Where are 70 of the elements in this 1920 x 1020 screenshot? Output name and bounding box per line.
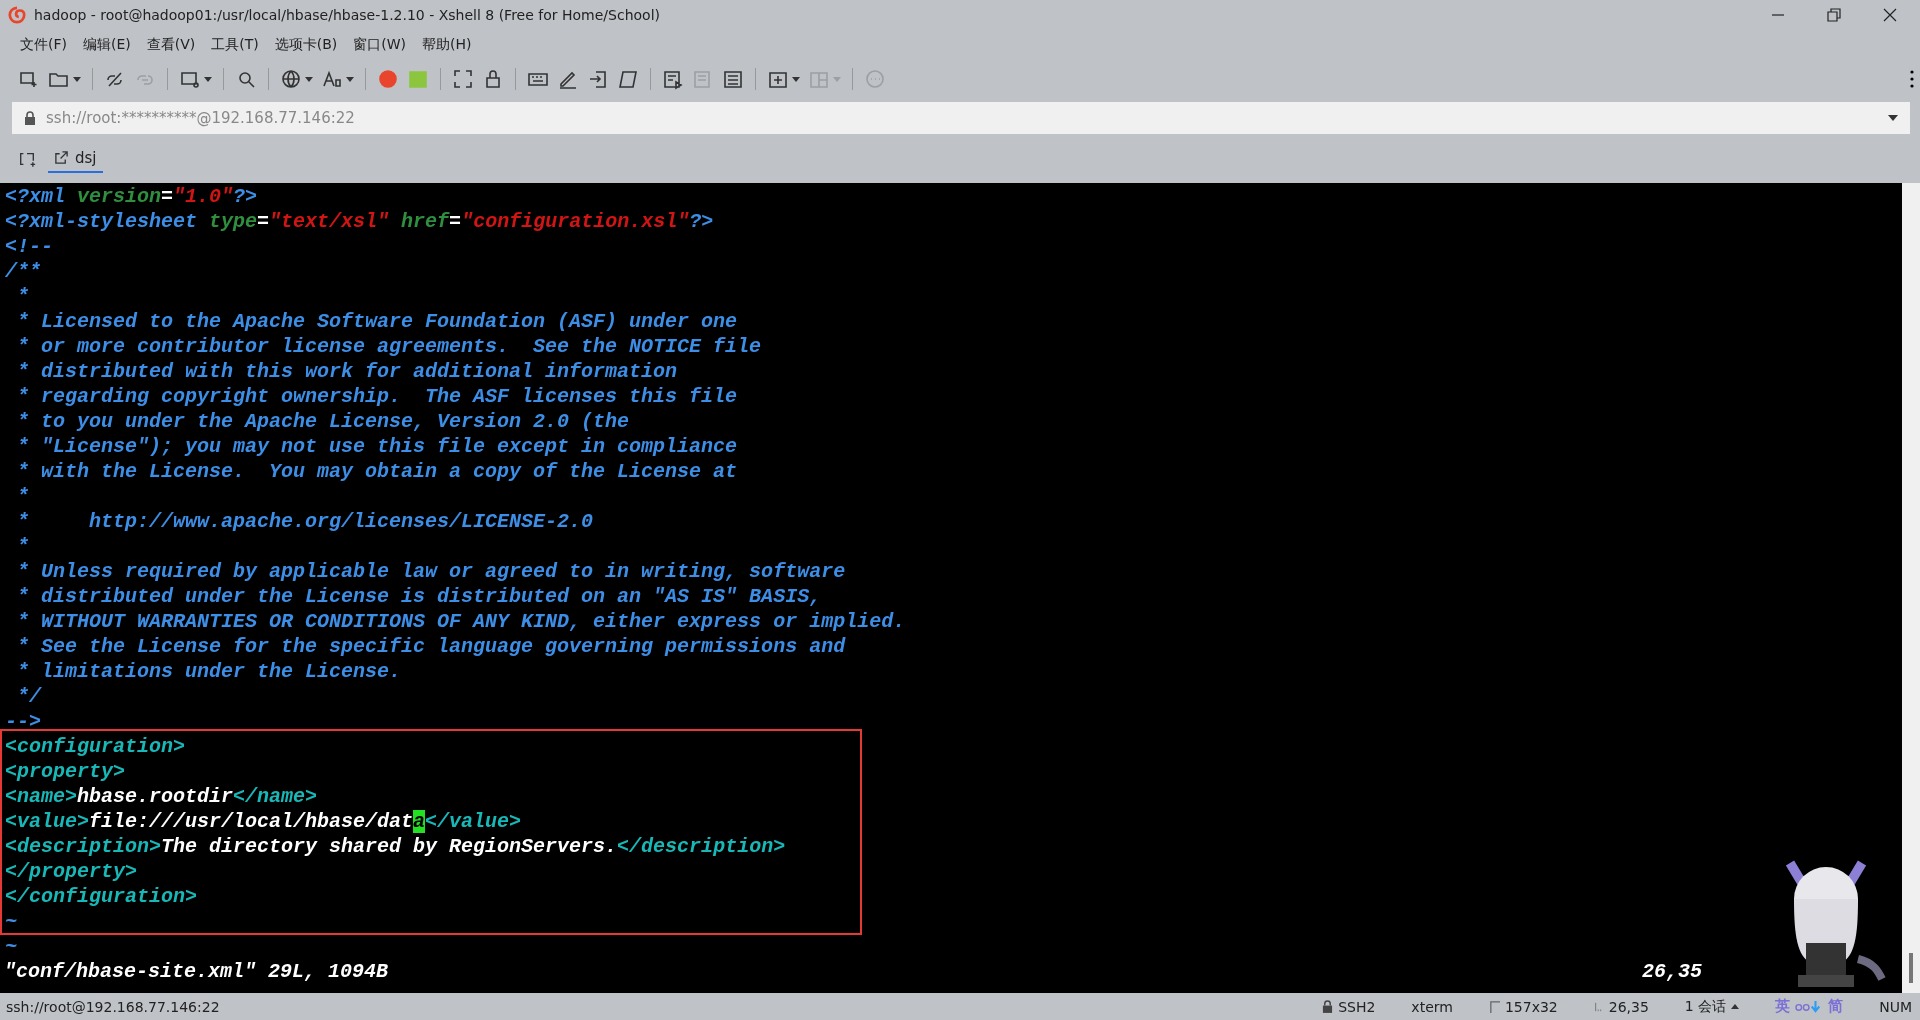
- menu-item[interactable]: 工具(T): [211, 36, 259, 54]
- restore-icon[interactable]: [1826, 7, 1842, 23]
- code-line: </property>: [4, 859, 139, 884]
- code-line: <?xml version="1.0"?>: [4, 184, 259, 209]
- fullscreen-icon[interactable]: [452, 68, 474, 90]
- code-line: <name>hbase.rootdir</name>: [4, 784, 319, 809]
- code-line: /**: [4, 259, 42, 284]
- code-line: *: [16, 284, 30, 309]
- protocol-label: SSH2: [1338, 998, 1376, 1015]
- num-lock-label: NUM: [1879, 998, 1912, 1015]
- caret-icon[interactable]: [792, 76, 800, 82]
- cursor-position: 26,35: [1642, 959, 1702, 984]
- code-line: <?xml-stylesheet type="text/xsl" href="configuration.xsl"?>: [4, 209, 715, 234]
- play-document-icon[interactable]: [662, 68, 684, 90]
- code-line: * limitations under the License.: [16, 659, 403, 684]
- corner-icon: [1488, 1000, 1500, 1013]
- code-line: -->: [4, 709, 42, 734]
- caret-icon[interactable]: [73, 76, 81, 82]
- code-line: </configuration>: [4, 884, 199, 909]
- code-line: * distributed under the License is distributed on an "AS IS" BASIS,: [16, 584, 823, 609]
- code-line: ~: [4, 909, 18, 934]
- window-title: hadoop - root@hadoop01:/usr/local/hbase/hbase-1.2.10 - Xshell 8 (Free for Home/School): [34, 7, 660, 23]
- cursor-icon: [1593, 1000, 1604, 1013]
- code-line: <!--: [4, 234, 54, 259]
- lock-icon: [24, 111, 36, 125]
- code-line: * regarding copyright ownership. The ASF licenses this file: [16, 384, 739, 409]
- code-line: <description>The directory shared by RegionServers.</description>: [4, 834, 787, 859]
- menu-item[interactable]: 文件(F): [20, 36, 67, 54]
- external-link-icon: [54, 150, 69, 165]
- code-line: * WITHOUT WARRANTIES OR CONDITIONS OF ANY KIND, either express or implied.: [16, 609, 907, 634]
- file-info: "conf/hbase-site.xml" 29L, 1094B: [4, 959, 389, 984]
- scrollbar[interactable]: [1902, 183, 1920, 993]
- code-line: */: [16, 684, 43, 709]
- session-tab[interactable]: dsj: [48, 144, 103, 173]
- document-lines-icon[interactable]: [722, 68, 744, 90]
- code-line: * with the License. You may obtain a copy of the License at: [16, 459, 739, 484]
- menu-item[interactable]: 窗口(W): [353, 36, 407, 54]
- caret-icon[interactable]: [305, 76, 313, 82]
- menu-item[interactable]: 编辑(E): [83, 36, 131, 54]
- lock-icon: [1322, 1000, 1334, 1013]
- more-icon[interactable]: [1910, 70, 1914, 88]
- menu-item[interactable]: 选项卡(B): [274, 36, 338, 54]
- code-line: * to you under the Apache License, Version 2.0 (the: [16, 409, 631, 434]
- code-line: *: [16, 484, 30, 509]
- menu-item[interactable]: 帮助(H): [422, 36, 472, 54]
- connection-status: ssh://root@192.168.77.146:22: [6, 998, 220, 1015]
- script-icon[interactable]: [617, 68, 639, 90]
- dropdown-caret-icon[interactable]: [1888, 115, 1898, 121]
- code-line: * "License"); you may not use this file except in compliance: [16, 434, 739, 459]
- code-line: * Licensed to the Apache Software Foundation (ASF) under one: [16, 309, 739, 334]
- globe-icon[interactable]: [280, 68, 302, 90]
- code-line: *: [16, 534, 30, 559]
- caret-icon[interactable]: [346, 76, 354, 82]
- code-line: ~: [4, 934, 18, 959]
- code-line: <configuration>: [4, 734, 187, 759]
- session-count: 1 会话: [1684, 997, 1727, 1016]
- caret-icon[interactable]: [204, 76, 212, 82]
- code-line: * http://www.apache.org/licenses/LICENSE-2.0: [16, 509, 595, 534]
- code-line: * See the License for the specific language governing permissions and: [16, 634, 847, 659]
- code-line: * or more contributor license agreements. See the NOTICE file: [16, 334, 763, 359]
- code-line: * Unless required by applicable law or agreed to in writing, software: [16, 559, 847, 584]
- arrow-into-box-icon[interactable]: [587, 68, 609, 90]
- code-line: * distributed with this work for additional information: [16, 359, 679, 384]
- close-icon[interactable]: [1882, 7, 1898, 23]
- terminal-type-label: xterm: [1411, 998, 1453, 1015]
- terminal-size-label: 157x32: [1504, 998, 1558, 1015]
- code-line: <property>: [4, 759, 127, 784]
- cursor-position-label: 26,35: [1608, 998, 1649, 1015]
- caret-up-icon[interactable]: [1731, 1004, 1740, 1009]
- menu-item[interactable]: 查看(V): [146, 36, 196, 54]
